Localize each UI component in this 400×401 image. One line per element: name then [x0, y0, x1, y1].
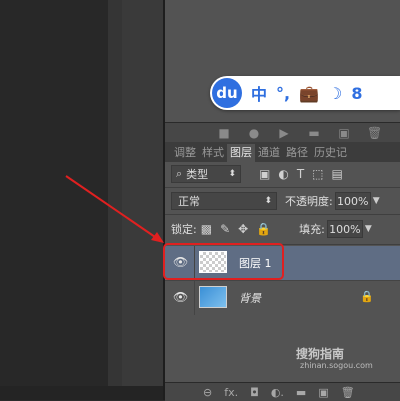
group-folder-icon[interactable]: ▬	[296, 386, 306, 399]
layers-bottom-toolbar: ⊖ fx. ◘ ◐. ▬ ▣ 🗑	[165, 382, 400, 401]
adjustment-layer-icon[interactable]: ◐.	[271, 386, 284, 399]
new-layer-icon[interactable]: ▣	[318, 386, 328, 399]
mask-icon[interactable]: ◘	[250, 386, 259, 399]
layer-style-icon[interactable]: fx.	[224, 386, 238, 399]
watermark-brand: 搜狗指南	[296, 347, 345, 361]
trash-icon[interactable]: 🗑	[341, 386, 355, 399]
annotation-arrow	[65, 175, 164, 243]
watermark-url: zhinan.sogou.com	[300, 361, 373, 370]
link-layers-icon[interactable]: ⊖	[203, 386, 212, 399]
